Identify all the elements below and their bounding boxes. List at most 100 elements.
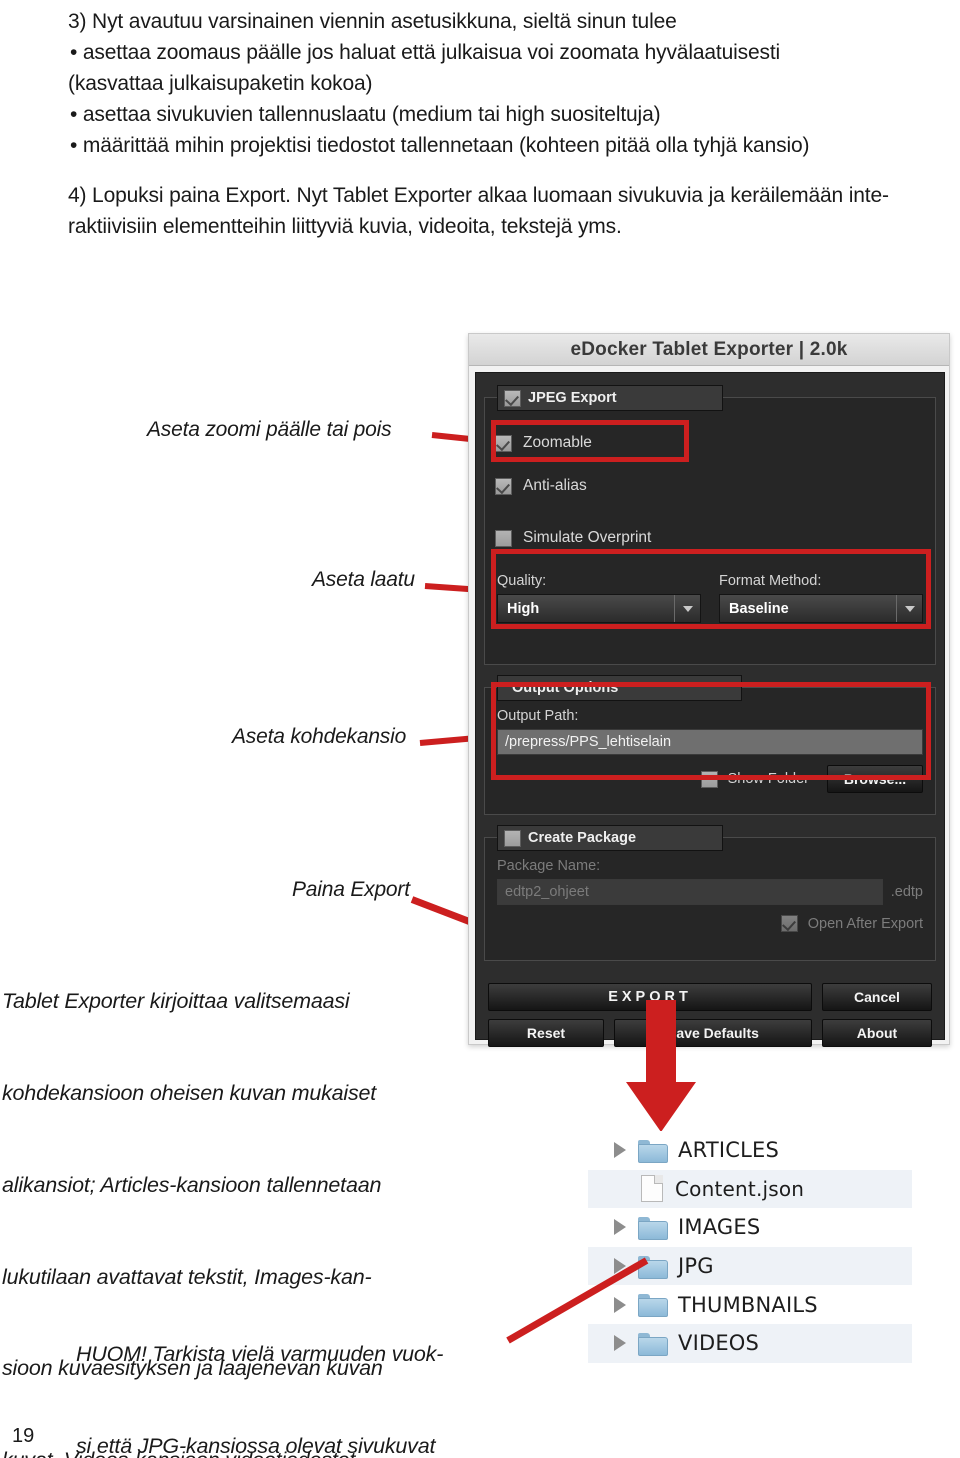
folder-icon [638,1139,668,1163]
folder-icon [638,1216,668,1240]
package-name-label: Package Name: [497,858,601,874]
list-item-label: IMAGES [678,1215,761,1240]
description-block-2: HUOM! Tarkista vielä varmuuden vuok- si … [76,1278,443,1458]
dialog-title-text: eDocker Tablet Exporter | 2.0k [570,338,848,360]
open-after-export-checkbox[interactable] [780,915,798,932]
annotation-quality: Aseta laatu [312,568,415,591]
list-item-label: VIDEOS [678,1331,760,1356]
anti-alias-label: Anti-alias [523,477,587,494]
quality-field: Quality: High [497,573,701,623]
about-button[interactable]: About [822,1019,932,1047]
list-item-label: Content.json [675,1176,805,1201]
instruction-text-block-2: 4) Lopuksi paina Export. Nyt Tablet Expo… [0,180,960,242]
reset-button[interactable]: Reset [488,1019,604,1047]
reset-button-label: Reset [526,1025,566,1041]
list-item[interactable]: VIDEOS [588,1323,912,1363]
instruction-bullet: • määrittää mihin projektisi tiedostot t… [70,134,810,157]
quality-label: Quality: [497,573,547,589]
format-method-select[interactable]: Baseline [719,594,923,623]
instruction-bullet: • asettaa sivukuvien tallennuslaatu (med… [70,103,661,126]
file-icon [641,1175,663,1203]
output-options-header: Output Options [497,675,742,701]
export-dialog: eDocker Tablet Exporter | 2.0k JPEG Expo… [468,333,950,1047]
quality-format-row: Quality: High Format Method: Baseline [485,553,935,623]
instruction-text-block: 3) Nyt avautuu varsinainen viennin asetu… [0,6,960,161]
jpeg-export-label: JPEG Export [528,390,617,406]
cancel-button-label: Cancel [854,989,900,1005]
browse-button[interactable]: Browse... [827,765,923,793]
package-extension-label: .edtp [890,884,923,900]
output-options-label: Output Options [512,680,619,696]
output-actions-row: Show Folder Browse... [497,765,923,793]
zoomable-option[interactable]: Zoomable [485,428,935,458]
package-name-value: edtp2_ohjeet [505,884,589,900]
description-line: kohdekansioon oheisen kuvan mukaiset [2,1080,377,1105]
jpeg-export-header[interactable]: JPEG Export [497,385,723,411]
expand-triangle-placeholder-icon [614,1181,626,1197]
cancel-button[interactable]: Cancel [822,983,932,1011]
annotation-output-folder: Aseta kohdekansio [232,725,407,748]
instruction-bullet: • asettaa zoomaus päälle jos haluat että… [70,41,781,64]
format-method-field: Format Method: Baseline [719,573,923,623]
list-item[interactable]: ARTICLES [588,1131,912,1170]
create-package-label: Create Package [528,830,637,846]
instruction-line: raktiivisiin elementteihin liittyviä kuv… [68,215,622,238]
list-item[interactable]: Content.json [588,1169,912,1209]
page-number: 19 [12,1425,35,1447]
down-arrow-icon [626,1000,696,1132]
output-path-block: Output Path: /prepress/PPS_lehtiselain S… [485,688,935,793]
zoomable-label: Zoomable [523,434,592,451]
zoomable-checkbox[interactable] [495,434,512,452]
package-name-row: edtp2_ohjeet .edtp [497,879,923,905]
list-item[interactable]: THUMBNAILS [588,1285,912,1324]
instruction-line: (kasvattaa julkaisupaketin kokoa) [68,72,373,95]
folder-icon [638,1332,668,1356]
instruction-line: 4) Lopuksi paina Export. Nyt Tablet Expo… [68,184,889,207]
expand-triangle-icon[interactable] [614,1142,626,1159]
chevron-down-icon[interactable] [896,595,922,622]
output-options-group: Output Options Output Path: /prepress/PP… [484,675,936,815]
jpeg-export-checkbox[interactable] [504,389,521,407]
create-package-header[interactable]: Create Package [497,825,723,851]
chevron-down-icon[interactable] [674,595,700,622]
description-line: alikansiot; Articles-kansioon tallenneta… [2,1172,382,1197]
annotation-export: Paina Export [292,878,410,901]
simulate-overprint-label: Simulate Overprint [523,529,652,546]
list-item-label: THUMBNAILS [678,1292,818,1317]
show-folder-checkbox[interactable] [700,770,718,788]
package-name-input[interactable]: edtp2_ohjeet [497,879,883,905]
output-path-value: /prepress/PPS_lehtiselain [505,734,672,750]
open-after-row: Open After Export [497,915,923,932]
note-line: si että JPG-kansiossa olevat sivukuvat [76,1433,436,1458]
browse-label: Browse... [843,771,907,787]
create-package-checkbox[interactable] [504,829,521,847]
anti-alias-option[interactable]: Anti-alias [485,471,935,501]
dialog-body: JPEG Export Zoomable Anti-alias Simulate… [475,372,945,1047]
show-folder-label: Show Folder [727,771,809,787]
package-name-block: Package Name: edtp2_ohjeet .edtp Open Af… [485,838,935,932]
format-method-label: Format Method: [719,573,822,589]
expand-triangle-icon[interactable] [614,1219,626,1236]
format-method-value: Baseline [729,600,789,617]
create-package-group: Create Package Package Name: edtp2_ohjee… [484,825,936,961]
note-line: HUOM! Tarkista vielä varmuuden vuok- [76,1342,444,1367]
output-path-input[interactable]: /prepress/PPS_lehtiselain [497,729,923,755]
jpeg-export-group: JPEG Export Zoomable Anti-alias Simulate… [484,385,936,665]
quality-select[interactable]: High [497,594,701,623]
about-button-label: About [856,1025,898,1041]
list-item-label: ARTICLES [678,1138,780,1163]
list-item-label: JPG [678,1254,714,1279]
folder-list: ARTICLES Content.json IMAGES JPG THUMBNA… [588,1131,912,1363]
output-path-label: Output Path: [497,708,579,724]
simulate-overprint-checkbox[interactable] [495,529,512,547]
folder-icon [638,1294,668,1318]
expand-triangle-icon[interactable] [614,1296,626,1313]
annotation-zoom: Aseta zoomi päälle tai pois [147,418,392,441]
page-root: 3) Nyt avautuu varsinainen viennin asetu… [0,0,960,1458]
description-line: Tablet Exporter kirjoittaa valitsemaasi [2,989,350,1014]
instruction-line: 3) Nyt avautuu varsinainen viennin asetu… [68,10,677,33]
anti-alias-checkbox[interactable] [495,477,512,495]
expand-triangle-icon[interactable] [614,1335,626,1352]
list-item[interactable]: IMAGES [588,1208,912,1247]
simulate-overprint-option[interactable]: Simulate Overprint [485,523,935,553]
